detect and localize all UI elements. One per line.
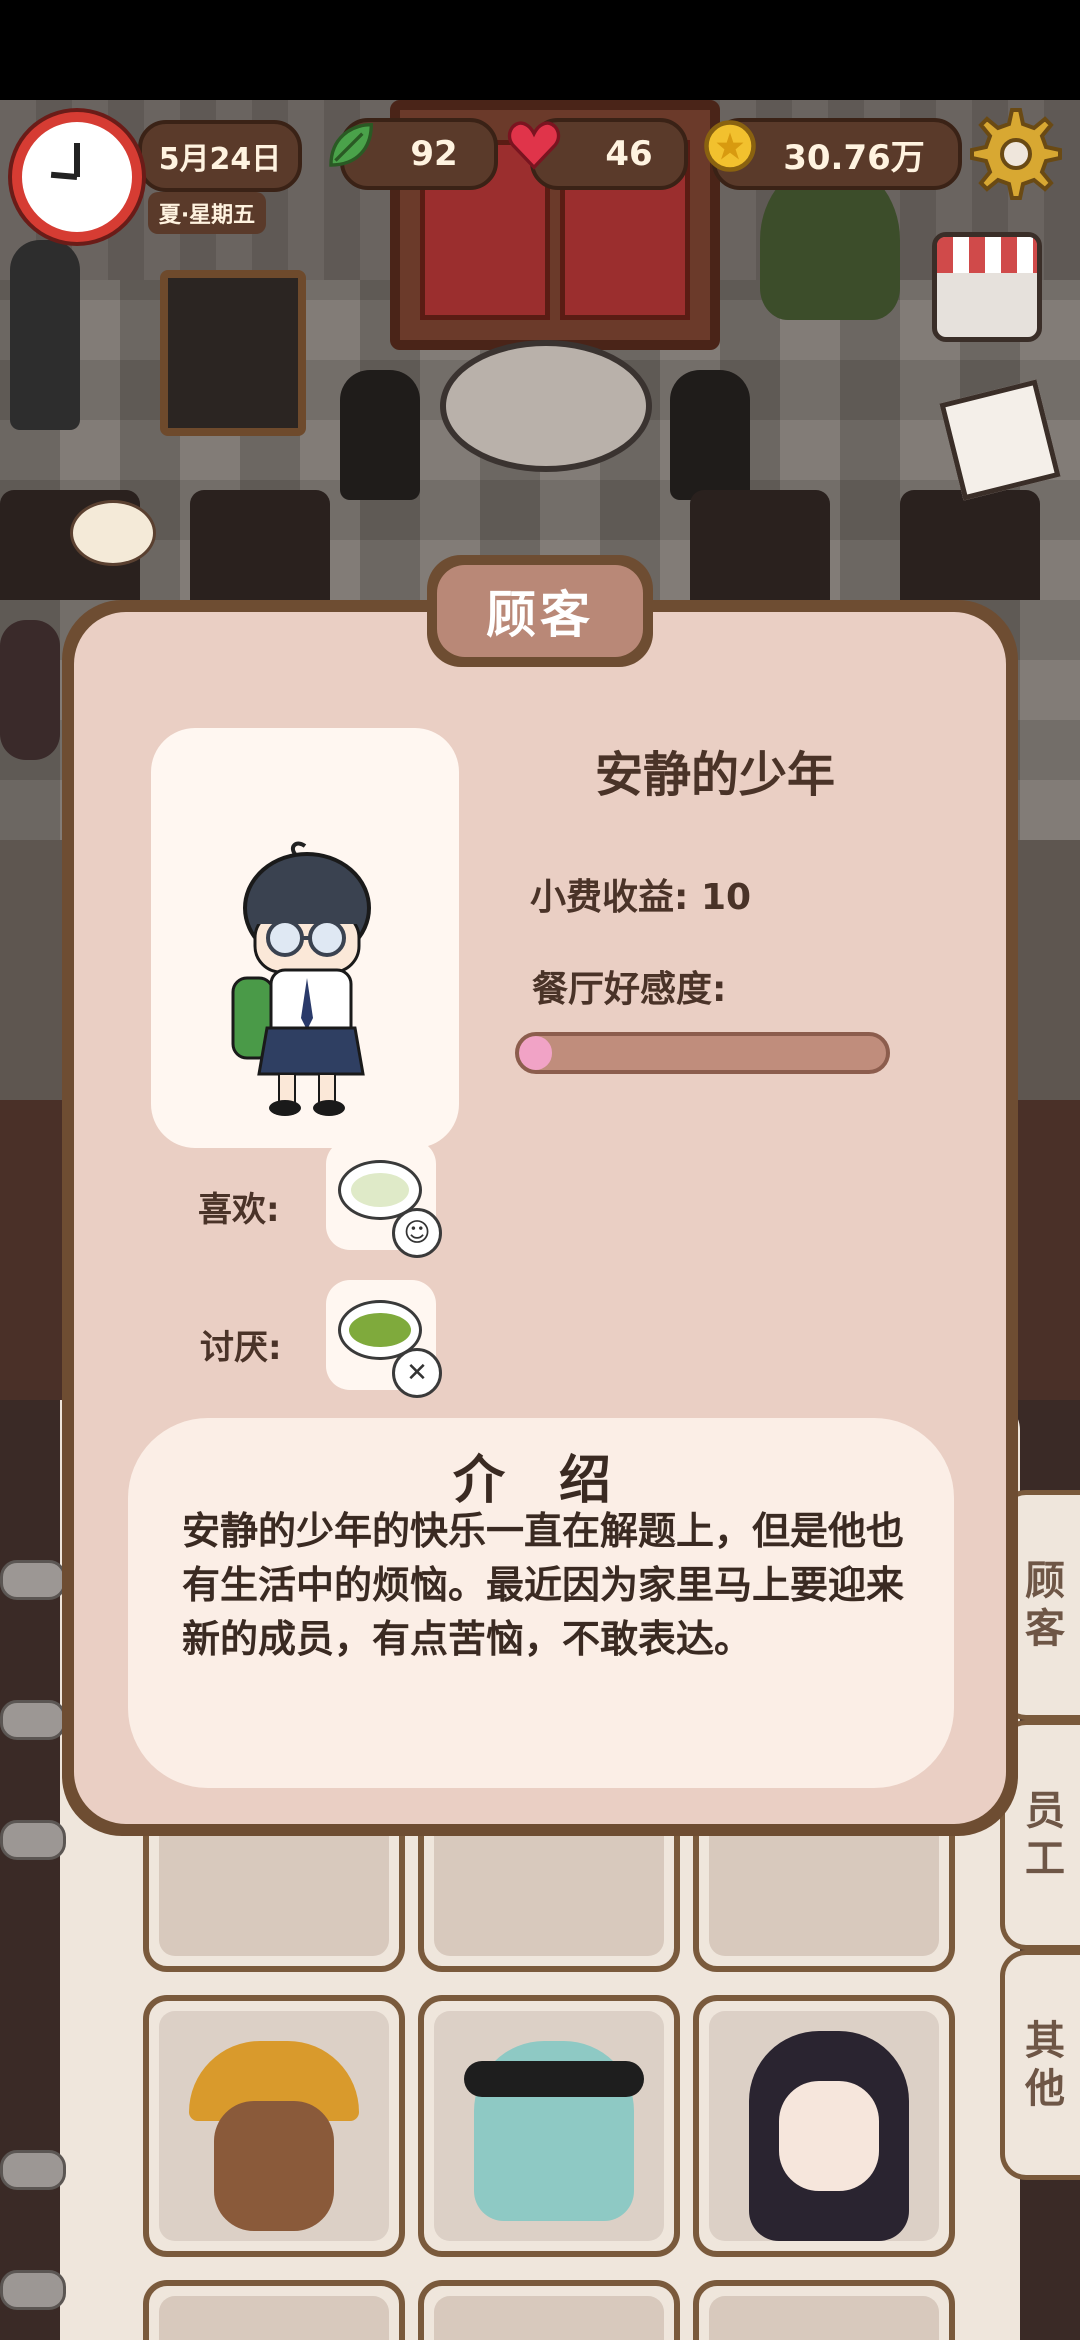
gear-icon[interactable] xyxy=(966,104,1066,204)
favor-label: 餐厅好感度: xyxy=(532,969,727,1010)
notebook-ring xyxy=(0,2270,66,2310)
date-display: 5月24日 xyxy=(138,120,302,192)
customer-card[interactable] xyxy=(143,2280,405,2340)
notebook-ring xyxy=(0,1560,66,1600)
tab-other[interactable]: 其 他 xyxy=(1000,1950,1080,2180)
shop-icon[interactable] xyxy=(932,232,1042,342)
dislikes-label: 讨厌: xyxy=(200,1328,282,1368)
likes-label: 喜欢: xyxy=(198,1190,280,1230)
status-bar xyxy=(0,0,1080,100)
tip-row: 小费收益: 10 xyxy=(530,868,751,920)
intro-panel: 介 绍 安静的少年的快乐一直在解题上，但是他也有生活中的烦恼。最近因为家里马上要… xyxy=(128,1418,954,1788)
leaf-icon xyxy=(329,123,373,167)
season-day-text: 夏·星期五 xyxy=(158,203,256,228)
disliked-dish[interactable]: ✕ xyxy=(326,1280,442,1398)
food-bubble-icon[interactable] xyxy=(70,500,156,566)
customer-card[interactable] xyxy=(143,1995,405,2257)
favor-progress-fill xyxy=(519,1036,553,1070)
happy-face-icon: ☺ xyxy=(392,1208,442,1258)
notebook-ring xyxy=(0,1700,66,1740)
scene-booth xyxy=(690,490,830,600)
scene-chair xyxy=(670,370,750,500)
scene-character[interactable] xyxy=(10,240,80,430)
customer-card[interactable] xyxy=(418,2280,680,2340)
favor-progress-bar xyxy=(515,1032,890,1074)
heart-count: 46 xyxy=(605,134,653,174)
liked-dish[interactable]: ☺ xyxy=(326,1140,442,1258)
scene-table xyxy=(440,340,652,472)
coin-counter[interactable]: 30.76万 xyxy=(704,118,962,190)
tab-other-label: 其 他 xyxy=(1025,2018,1065,2112)
tip-label: 小费收益: xyxy=(530,877,689,918)
leaf-count: 92 xyxy=(410,134,458,174)
scene-chair xyxy=(340,370,420,500)
customer-card[interactable] xyxy=(693,2280,955,2340)
customer-portrait xyxy=(151,728,459,1148)
coin-count: 30.76万 xyxy=(783,137,925,178)
modal-title: 顾客 xyxy=(437,565,643,657)
scene-booth xyxy=(900,490,1040,600)
notebook-ring xyxy=(0,1820,66,1860)
tab-customers-label: 顾 客 xyxy=(1025,1558,1065,1652)
customer-card[interactable] xyxy=(418,1995,680,2257)
scene-character[interactable] xyxy=(0,620,60,760)
heart-icon xyxy=(507,121,561,170)
quiet-boy-avatar xyxy=(231,841,371,1116)
heart-counter[interactable]: 46 xyxy=(507,118,688,190)
tab-staff-label: 员 工 xyxy=(1025,1788,1065,1882)
tip-value: 10 xyxy=(700,877,752,918)
modal-title-tab: 顾客 xyxy=(427,555,653,667)
notebook-ring xyxy=(0,2150,66,2190)
intro-title: 介 绍 xyxy=(452,1451,630,1511)
clock-icon[interactable] xyxy=(12,112,142,242)
intro-text: 安静的少年的快乐一直在解题上，但是他也有生活中的烦恼。最近因为家里马上要迎来新的… xyxy=(182,1509,905,1661)
customer-name: 安静的少年 xyxy=(594,747,835,803)
leaf-counter[interactable]: 92 xyxy=(329,118,498,190)
season-day-display: 夏·星期五 xyxy=(148,192,266,234)
date-text: 5月24日 xyxy=(158,142,282,177)
scene-menu-board xyxy=(160,270,306,436)
scene-booth xyxy=(190,490,330,600)
coin-icon xyxy=(704,120,756,172)
annoyed-face-icon: ✕ xyxy=(392,1348,442,1398)
customer-card[interactable] xyxy=(693,1995,955,2257)
